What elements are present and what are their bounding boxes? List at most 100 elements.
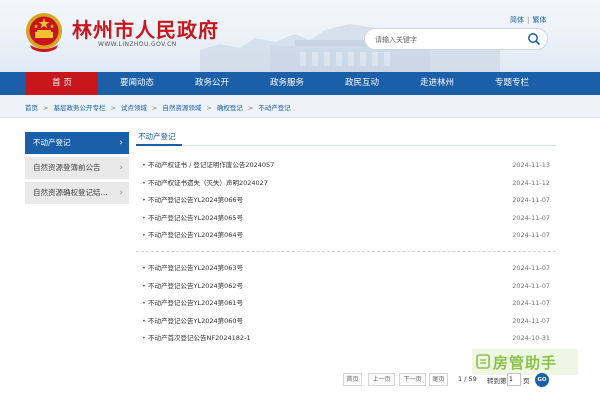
article-title: 不动产首次登记公告NF2024182-1 [148,334,251,342]
lang-simplified-link[interactable]: 简体 [510,16,524,24]
list-item[interactable]: • 不动产登记公告YL2024第060号 2024-11-07 [136,313,556,331]
sidebar: 不动产登记 › 自然资源登簿前公告 › 自然资源确权登记结... › [25,132,129,207]
article-title: 不动产登记公告YL2024第063号 [148,264,244,272]
site-url: WWW.LINZHOU.GOV.CN [98,41,177,48]
chevron-right-icon: › [119,138,123,148]
article-date: 2024-11-12 [512,178,550,187]
bullet-dot: • [142,264,146,272]
article-date: 2024-11-07 [512,196,550,204]
article-title: 不动产权证书 / 登记证明作废公告2024057 [148,161,275,169]
breadcrumb-separator: > [247,104,254,112]
next-page-button[interactable]: 下一页 [399,373,426,386]
article-title: 不动产权证书遗失（灭失）声明2024027 [148,178,268,187]
list-item[interactable]: • 不动产登记公告YL2024第063号 2024-11-07 [136,260,556,278]
breadcrumb-natural-resources[interactable]: 自然资源领域 [162,104,201,112]
bullet-dot: • [142,213,146,222]
nav-item-news[interactable]: 要闻动态 [101,72,173,95]
jump-label: 转到第 [487,377,507,385]
list-item[interactable]: • 不动产首次登记公告NF2024182-1 2024-10-31 [136,330,556,348]
breadcrumb-separator: > [206,104,212,112]
sidebar-item-pre-register-notice[interactable]: 自然资源登簿前公告 › [25,157,129,179]
bullet-dot: • [142,231,146,239]
prev-page-button[interactable]: 上一页 [368,373,395,386]
total-pages: 59 [468,375,477,383]
main-nav: 首 页 要闻动态 政务公开 政务服务 政民互动 走进林州 专题专栏 [0,72,600,95]
sidebar-item-rights-result[interactable]: 自然资源确权登记结... › [25,182,129,204]
go-button[interactable]: GO [535,373,549,387]
lang-separator: | [527,16,530,24]
bullet-dot: • [142,316,146,325]
article-list-group-1: • 不动产权证书 / 登记证明作废公告2024057 2024-11-13 • 不动产… [136,157,556,245]
article-list-group-2: • 不动产登记公告YL2024第063号 2024-11-07 • 不动产登记公告YL… [136,260,556,348]
house-helper-icon [476,354,490,369]
list-item[interactable]: • 不动产权证书 / 登记证明作废公告2024057 2024-11-13 [136,157,556,175]
article-date: 2024-11-13 [512,161,550,169]
bullet-dot: • [142,281,146,290]
article-title: 不动产登记公告YL2024第061号 [148,299,244,307]
first-page-button[interactable]: 首页 [343,373,362,386]
article-date: 2024-11-07 [512,299,550,307]
breadcrumb: 首页 > 基层政务公开专栏 > 试点领域 > 自然资源领域 > 确权登记 > 不动产登记 [0,95,600,118]
breadcrumb-separator: > [151,104,158,112]
article-date: 2024-11-07 [512,281,550,290]
chevron-right-icon: › [119,188,123,198]
lang-traditional-link[interactable]: 繁体 [532,16,546,24]
page-info: 1 / 59 [458,375,477,383]
breadcrumb-separator: > [43,104,49,112]
list-item[interactable]: • 不动产登记公告YL2024第061号 2024-11-07 [136,295,556,313]
breadcrumb-grassroots[interactable]: 基层政务公开专栏 [53,104,105,112]
article-date: 2024-11-07 [512,231,550,239]
list-item[interactable]: • 不动产登记公告YL2024第065号 2024-11-07 [136,210,556,228]
bullet-dot: • [142,178,146,187]
sidebar-item-real-estate[interactable]: 不动产登记 › [25,132,129,154]
nav-item-topics[interactable]: 专题专栏 [476,72,548,95]
page-separator: / [464,375,467,383]
page-jump-input[interactable] [507,373,521,386]
breadcrumb-home[interactable]: 首页 [25,104,38,112]
nav-item-gov-open[interactable]: 政务公开 [176,72,248,95]
content-header: 不动产登记 [136,128,556,146]
content-panel: 不动产登记 • 不动产权证书 / 登记证明作废公告2024057 2024-11-1… [136,128,556,342]
list-item[interactable]: • 不动产权证书遗失（灭失）声明2024027 2024-11-12 [136,175,556,193]
watermark-badge: 房管助手 [472,349,578,375]
title-underline [136,144,182,146]
article-title: 不动产登记公告YL2024第060号 [148,316,244,325]
article-title: 不动产登记公告YL2024第062号 [148,281,244,290]
breadcrumb-separator: > [110,104,116,112]
search-box [364,28,548,50]
jump-suffix: 页 [523,377,530,385]
nav-item-gov-service[interactable]: 政务服务 [251,72,323,95]
bullet-dot: • [142,161,146,169]
nav-item-about[interactable]: 走进林州 [401,72,473,95]
search-icon[interactable] [525,31,543,47]
article-title: 不动产登记公告YL2024第066号 [148,196,244,204]
sidebar-item-label: 不动产登记 [33,138,71,147]
article-date: 2024-10-31 [512,334,550,342]
article-date: 2024-11-07 [512,264,550,272]
nav-item-interaction[interactable]: 政民互动 [326,72,398,95]
sidebar-item-label: 自然资源确权登记结... [33,188,108,197]
site-header: 林州市人民政府 WWW.LINZHOU.GOV.CN 简体 | 繁体 [0,0,600,72]
search-input[interactable] [375,33,515,46]
group-divider [136,251,556,252]
last-page-button[interactable]: 尾页 [429,373,448,386]
sidebar-item-label: 自然资源登簿前公告 [33,163,101,172]
article-title: 不动产登记公告YL2024第064号 [148,231,244,239]
site-title[interactable]: 林州市人民政府 [72,14,219,43]
article-title: 不动产登记公告YL2024第065号 [148,213,244,222]
content-title: 不动产登记 [138,132,176,141]
breadcrumb-pilot[interactable]: 试点领域 [121,104,147,112]
article-date: 2024-11-07 [512,316,550,325]
nav-item-home[interactable]: 首 页 [26,72,98,95]
chevron-right-icon: › [119,163,123,173]
breadcrumb-registration[interactable]: 确权登记 [217,104,243,112]
bullet-dot: • [142,196,146,204]
list-item[interactable]: • 不动产登记公告YL2024第062号 2024-11-07 [136,278,556,296]
list-item[interactable]: • 不动产登记公告YL2024第066号 2024-11-07 [136,192,556,210]
article-date: 2024-11-07 [512,213,550,222]
watermark-text: 房管助手 [493,354,558,372]
list-item[interactable]: • 不动产登记公告YL2024第064号 2024-11-07 [136,227,556,245]
breadcrumb-current[interactable]: 不动产登记 [258,104,291,112]
current-page: 1 [458,375,463,383]
bullet-dot: • [142,299,146,307]
